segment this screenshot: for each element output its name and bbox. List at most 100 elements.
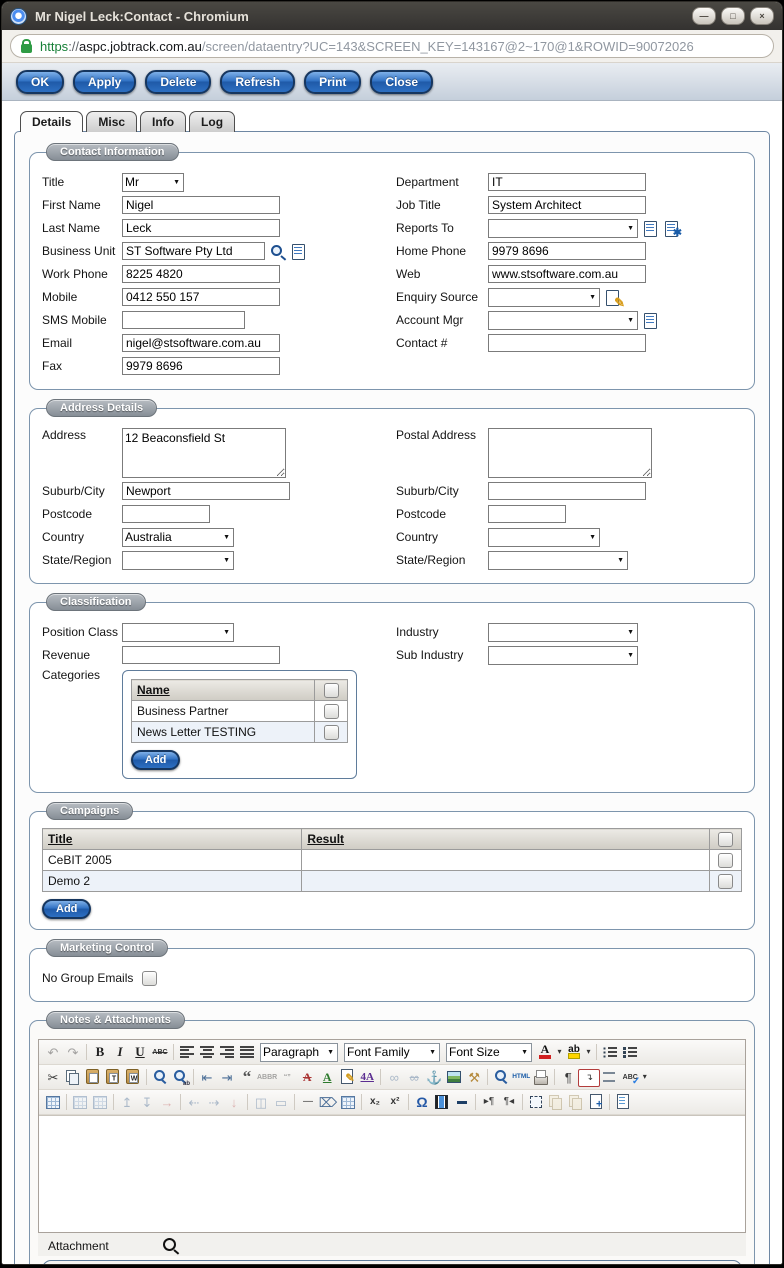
- editor-content[interactable]: [39, 1115, 745, 1232]
- split-cells-icon[interactable]: ◫: [251, 1092, 271, 1112]
- html-source-icon[interactable]: HTML: [511, 1067, 531, 1087]
- fax-input[interactable]: [122, 357, 280, 375]
- delete-row-icon[interactable]: →: [157, 1092, 177, 1112]
- image-icon[interactable]: [444, 1067, 464, 1087]
- link-icon[interactable]: ∞: [384, 1067, 404, 1087]
- position-class-select[interactable]: [122, 622, 234, 642]
- attachment-search-icon[interactable]: [161, 1237, 178, 1254]
- email-input[interactable]: [122, 334, 280, 352]
- window-close-button[interactable]: ×: [750, 7, 774, 25]
- postal-postcode-input[interactable]: [488, 505, 566, 523]
- italic-icon[interactable]: I: [110, 1042, 130, 1062]
- horizontal-rule-icon[interactable]: —: [298, 1092, 318, 1112]
- suburb-city-input[interactable]: [122, 482, 290, 500]
- nonbreaking-space-icon[interactable]: ↴: [578, 1068, 601, 1087]
- anchor-icon[interactable]: ⚓: [424, 1067, 444, 1087]
- visual-aid-icon[interactable]: [338, 1092, 358, 1112]
- campaign-select-checkbox[interactable]: [717, 873, 733, 889]
- category-select-checkbox[interactable]: [323, 724, 339, 740]
- insert-attributes-icon[interactable]: ✎: [337, 1067, 357, 1087]
- spellcheck-caret-icon[interactable]: ▾: [640, 1067, 649, 1087]
- department-input[interactable]: [488, 173, 646, 191]
- bullet-list-icon[interactable]: [600, 1042, 620, 1062]
- enquiry-source-edit-icon[interactable]: ✎: [604, 289, 625, 309]
- rtl-icon[interactable]: ¶◂: [499, 1092, 519, 1112]
- address-textarea[interactable]: 12 Beaconsfield St: [122, 428, 286, 478]
- blockquote-icon[interactable]: “: [237, 1067, 257, 1087]
- account-mgr-document-icon[interactable]: [642, 312, 659, 329]
- insert-layer-icon[interactable]: +: [586, 1092, 606, 1112]
- tab-log[interactable]: Log: [189, 111, 236, 132]
- last-name-input[interactable]: [122, 219, 280, 237]
- quotation-icon[interactable]: “”: [277, 1067, 297, 1087]
- unlink-icon[interactable]: ∞: [404, 1067, 424, 1087]
- numbered-list-icon[interactable]: [620, 1042, 640, 1062]
- tab-details[interactable]: Details: [20, 111, 84, 132]
- find-icon[interactable]: [150, 1067, 170, 1087]
- categories-add-button[interactable]: Add: [131, 750, 181, 770]
- postal-state-region-select[interactable]: [488, 550, 628, 570]
- postal-suburb-city-input[interactable]: [488, 482, 646, 500]
- text-color-icon[interactable]: A: [535, 1042, 555, 1062]
- insertion-icon[interactable]: A: [317, 1067, 337, 1087]
- highlight-color-caret-icon[interactable]: ▾: [584, 1042, 593, 1062]
- job-title-input[interactable]: [488, 196, 646, 214]
- underline-icon[interactable]: U: [130, 1042, 150, 1062]
- find-replace-icon[interactable]: ab: [170, 1067, 190, 1087]
- reports-to-document-icon[interactable]: [642, 220, 659, 237]
- move-forward-icon[interactable]: [546, 1092, 566, 1112]
- contact-number-input[interactable]: [488, 334, 646, 352]
- first-name-input[interactable]: [122, 196, 280, 214]
- apply-button[interactable]: Apply: [73, 69, 137, 94]
- ok-button[interactable]: OK: [16, 69, 64, 94]
- campaign-select-checkbox[interactable]: [717, 852, 733, 868]
- close-screen-button[interactable]: Close: [370, 69, 434, 94]
- title-select[interactable]: Mr: [122, 172, 184, 192]
- delete-column-icon[interactable]: ↓: [224, 1092, 244, 1112]
- align-right-icon[interactable]: [217, 1042, 237, 1062]
- advanced-hr-icon[interactable]: ▬: [452, 1092, 472, 1112]
- ltr-icon[interactable]: ▸¶: [479, 1092, 499, 1112]
- table-cell-properties-icon[interactable]: [90, 1092, 110, 1112]
- select-all-checkbox[interactable]: [323, 682, 339, 698]
- abbreviation-icon[interactable]: ABBR: [257, 1067, 277, 1087]
- account-mgr-select[interactable]: [488, 310, 638, 330]
- table-row-properties-icon[interactable]: [70, 1092, 90, 1112]
- remove-format-icon[interactable]: ⌦: [318, 1092, 338, 1112]
- align-justify-icon[interactable]: [237, 1042, 257, 1062]
- reports-to-select[interactable]: [488, 218, 638, 238]
- font-family-select[interactable]: Font Family: [344, 1042, 440, 1062]
- align-left-icon[interactable]: [177, 1042, 197, 1062]
- sms-mobile-input[interactable]: [122, 311, 245, 329]
- web-input[interactable]: [488, 265, 646, 283]
- undo-icon[interactable]: ↶: [43, 1042, 63, 1062]
- address-bar[interactable]: https://aspc.jobtrack.com.au/screen/data…: [10, 34, 774, 58]
- categories-name-header[interactable]: Name: [131, 679, 315, 701]
- paragraph-select[interactable]: Paragraph: [260, 1042, 338, 1062]
- business-unit-document-icon[interactable]: [290, 243, 307, 260]
- refresh-button[interactable]: Refresh: [220, 69, 296, 94]
- work-phone-input[interactable]: [122, 265, 280, 283]
- redo-icon[interactable]: ↷: [63, 1042, 83, 1062]
- highlight-color-icon[interactable]: ab: [564, 1042, 584, 1062]
- copy-icon[interactable]: [63, 1067, 83, 1087]
- revenue-input[interactable]: [122, 646, 280, 664]
- subscript-icon[interactable]: x₂: [365, 1092, 385, 1112]
- merge-cells-icon[interactable]: ▭: [271, 1092, 291, 1112]
- industry-select[interactable]: [488, 622, 638, 642]
- delete-button[interactable]: Delete: [145, 69, 212, 94]
- category-select-checkbox[interactable]: [323, 703, 339, 719]
- font-size-select[interactable]: Font Size: [446, 1042, 532, 1062]
- cut-icon[interactable]: ✂: [43, 1067, 63, 1087]
- insert-row-after-icon[interactable]: ↧: [137, 1092, 157, 1112]
- citation-icon[interactable]: 4A: [357, 1067, 377, 1087]
- home-phone-input[interactable]: [488, 242, 646, 260]
- bold-icon[interactable]: B: [90, 1042, 110, 1062]
- no-group-emails-checkbox[interactable]: [142, 970, 157, 986]
- print-icon[interactable]: [531, 1067, 551, 1087]
- insert-column-after-icon[interactable]: ⇢: [204, 1092, 224, 1112]
- paragraph-marks-icon[interactable]: ¶: [558, 1067, 578, 1087]
- tab-misc[interactable]: Misc: [86, 111, 138, 132]
- edit-css-icon[interactable]: [613, 1092, 633, 1112]
- paste-as-text-icon[interactable]: T: [103, 1067, 123, 1087]
